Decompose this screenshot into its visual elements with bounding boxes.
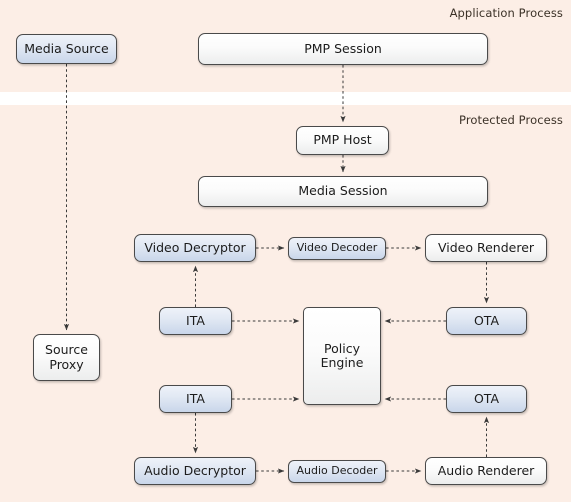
node-ita-top[interactable]: ITA xyxy=(159,307,232,335)
application-process-label: Application Process xyxy=(449,6,563,20)
protected-process-band xyxy=(0,105,571,502)
node-media-source[interactable]: Media Source xyxy=(16,34,117,64)
node-media-session-label: Media Session xyxy=(298,183,388,199)
node-audio-decryptor[interactable]: Audio Decryptor xyxy=(134,457,256,485)
node-media-source-label: Media Source xyxy=(24,40,109,56)
node-audio-decoder-label: Audio Decoder xyxy=(296,464,378,478)
node-audio-renderer-label: Audio Renderer xyxy=(437,462,535,478)
node-pmp-host[interactable]: PMP Host xyxy=(296,126,389,155)
node-audio-decryptor-label: Audio Decryptor xyxy=(144,462,246,478)
node-ita-bottom[interactable]: ITA xyxy=(159,385,232,413)
node-pmp-session-label: PMP Session xyxy=(304,40,382,56)
node-video-renderer-label: Video Renderer xyxy=(437,239,535,255)
node-ota-top[interactable]: OTA xyxy=(446,307,527,335)
protected-process-label: Protected Process xyxy=(458,113,563,127)
node-video-decoder-label: Video Decoder xyxy=(296,241,378,255)
node-media-session[interactable]: Media Session xyxy=(198,176,488,207)
node-video-decryptor-label: Video Decryptor xyxy=(144,239,246,255)
architecture-diagram: Application Process Protected Process Me… xyxy=(0,0,571,502)
node-audio-decoder[interactable]: Audio Decoder xyxy=(288,460,386,483)
node-policy-engine-label: Policy Engine xyxy=(320,340,364,370)
node-ota-bottom-label: OTA xyxy=(473,390,500,406)
node-ita-bottom-label: ITA xyxy=(186,390,205,406)
node-ota-bottom[interactable]: OTA xyxy=(446,385,527,413)
node-ota-top-label: OTA xyxy=(473,312,500,328)
node-video-decoder[interactable]: Video Decoder xyxy=(288,237,386,260)
node-ita-top-label: ITA xyxy=(186,312,205,328)
node-audio-renderer[interactable]: Audio Renderer xyxy=(425,457,547,485)
node-video-renderer[interactable]: Video Renderer xyxy=(425,234,547,262)
node-source-proxy[interactable]: Source Proxy xyxy=(33,334,100,381)
node-source-proxy-label: Source Proxy xyxy=(45,342,88,372)
node-pmp-host-label: PMP Host xyxy=(313,132,372,148)
node-policy-engine[interactable]: Policy Engine xyxy=(303,307,381,405)
node-video-decryptor[interactable]: Video Decryptor xyxy=(134,234,256,262)
node-pmp-session[interactable]: PMP Session xyxy=(198,33,488,65)
